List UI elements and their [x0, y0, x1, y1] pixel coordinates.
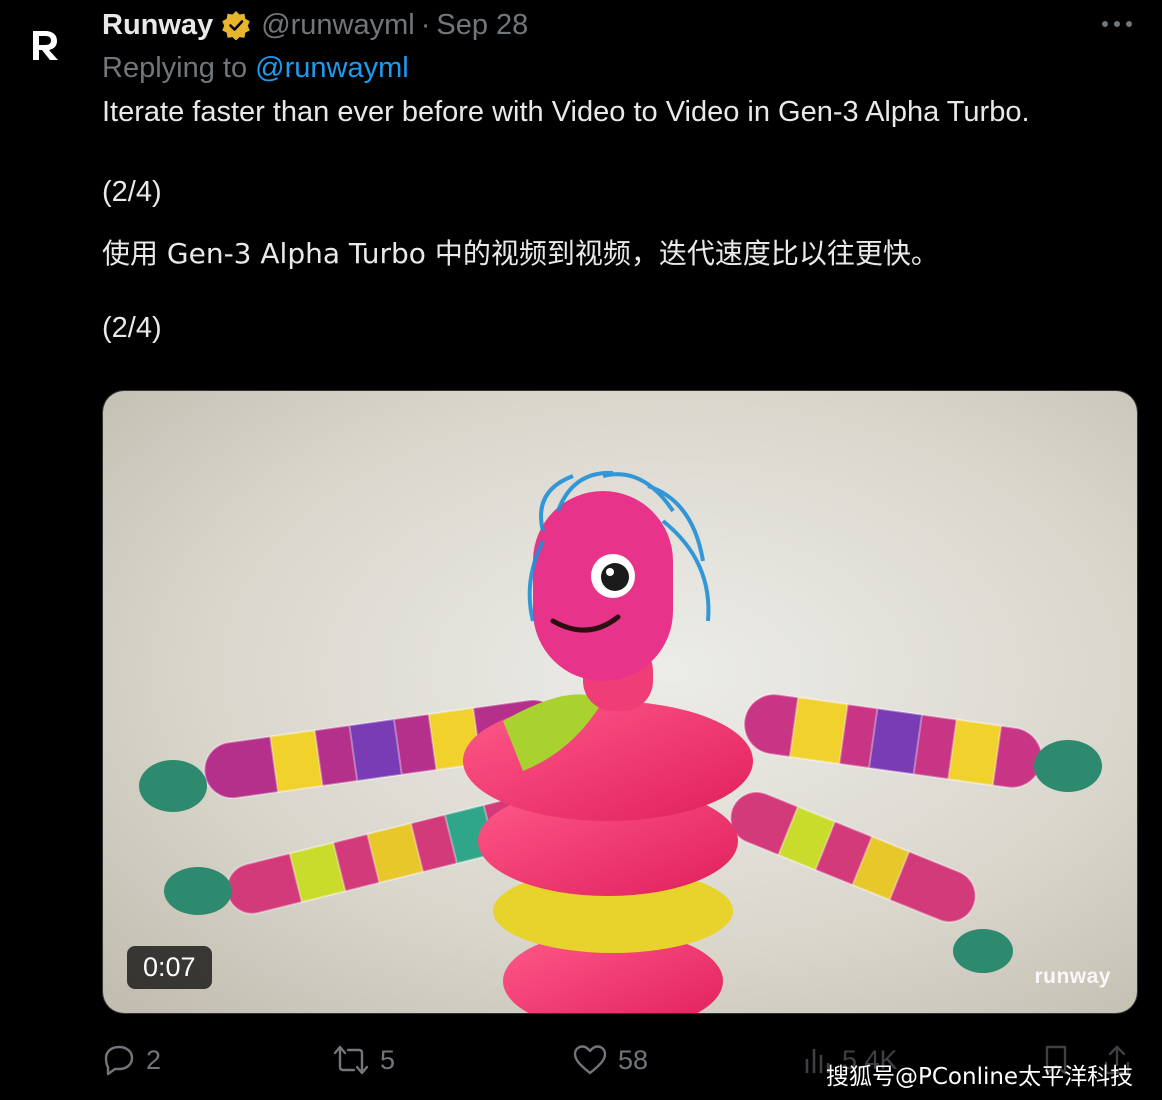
reply-count: 2: [146, 1044, 162, 1075]
video-duration-badge: 0:07: [127, 946, 212, 989]
replying-to-link[interactable]: @runwayml: [255, 52, 409, 84]
heart-icon: [573, 1045, 607, 1075]
reply-button[interactable]: 2: [102, 1036, 161, 1084]
like-count: 58: [618, 1044, 649, 1075]
video-frame: [103, 391, 1137, 1013]
more-options-icon[interactable]: [1100, 14, 1134, 34]
tweet-text-chinese: 使用 Gen-3 Alpha Turbo 中的视频到视频，迭代速度比以往更快。: [102, 237, 939, 270]
tweet-page: Runway @runwayml · Sep 28 Replying to @r…: [0, 0, 1162, 1100]
author-handle[interactable]: @runwayml: [261, 9, 415, 42]
author-name[interactable]: Runway: [102, 9, 213, 42]
reply-bubble-icon: [104, 1045, 134, 1076]
tweet-thread-counter: (2/4): [102, 176, 162, 208]
retweet-count: 5: [380, 1044, 396, 1075]
tweet-text-english: Iterate faster than ever before with Vid…: [102, 96, 1030, 128]
like-button[interactable]: 58: [572, 1036, 648, 1084]
retweet-button[interactable]: 5: [332, 1036, 395, 1084]
source-watermark: 搜狐号@PConline太平洋科技: [826, 1064, 1134, 1090]
header-separator: ·: [420, 8, 431, 41]
replying-to-line: Replying to @runwayml: [102, 52, 409, 85]
video-player[interactable]: 0:07 runway: [102, 390, 1138, 1014]
runway-logo-icon[interactable]: [22, 22, 68, 68]
tweet-thread-counter-2: (2/4): [102, 312, 162, 344]
runway-watermark: runway: [1034, 965, 1111, 988]
tweet-header: Runway @runwayml · Sep 28: [102, 6, 528, 44]
tweet-date[interactable]: Sep 28: [436, 9, 528, 42]
retweet-icon: [333, 1045, 369, 1075]
replying-to-label: Replying to: [102, 52, 248, 84]
verified-badge-icon: [221, 10, 251, 41]
